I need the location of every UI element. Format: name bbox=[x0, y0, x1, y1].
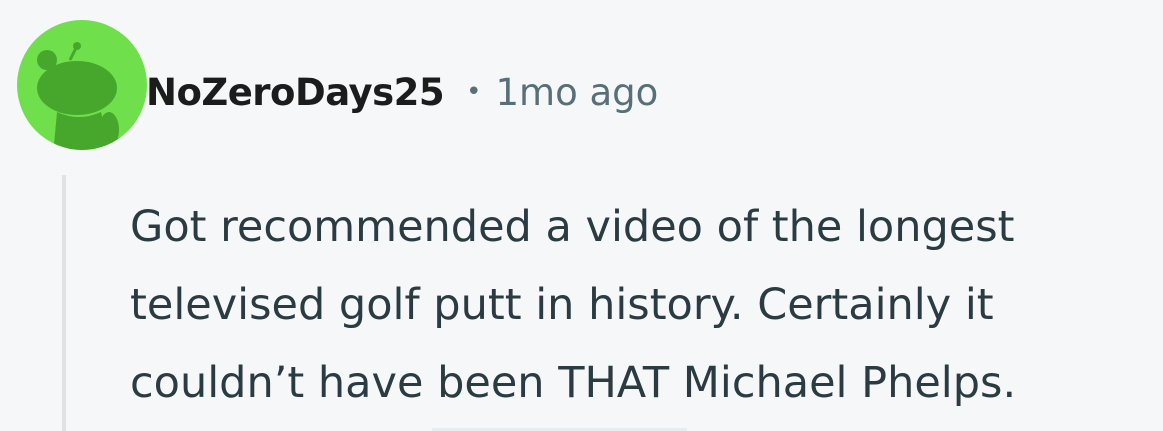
user-avatar[interactable] bbox=[17, 20, 147, 150]
comment: NoZeroDays25 • 1mo ago Got recommended a… bbox=[0, 0, 1163, 431]
comment-body-line: couldn’t have been THAT Michael Phelps. bbox=[130, 358, 1017, 408]
meta-separator: • bbox=[466, 77, 482, 107]
comment-body-line: televised golf putt in history. Certainl… bbox=[130, 280, 994, 330]
snoo-avatar-icon bbox=[17, 20, 147, 150]
comment-body: Got recommended a video of the longest t… bbox=[130, 188, 1160, 422]
timestamp-link[interactable]: 1mo ago bbox=[496, 71, 659, 114]
comment-body-line: Got recommended a video of the longest bbox=[130, 202, 1015, 252]
username-link[interactable]: NoZeroDays25 bbox=[146, 71, 445, 114]
thread-line[interactable] bbox=[62, 175, 66, 431]
comment-meta: NoZeroDays25 • 1mo ago bbox=[146, 62, 658, 122]
